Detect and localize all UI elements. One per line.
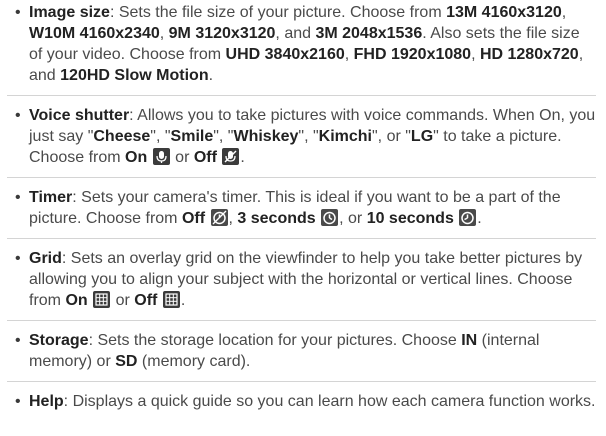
option-3-seconds: 3 seconds xyxy=(237,210,316,227)
voice-shutter-on-icon xyxy=(152,148,170,165)
text: (memory card). xyxy=(137,353,251,370)
option-10-seconds: 10 seconds xyxy=(366,210,454,227)
bullet: • xyxy=(15,107,21,124)
text: ", " xyxy=(213,128,234,145)
term-image-size: Image size xyxy=(29,4,110,21)
text xyxy=(157,292,161,309)
text xyxy=(454,210,458,227)
text: , xyxy=(159,25,169,42)
bullet: • xyxy=(15,4,21,21)
term-storage: Storage xyxy=(29,332,89,349)
text: : Displays a quick guide so you can lear… xyxy=(63,393,596,410)
text: , and xyxy=(275,25,316,42)
timer-10s-icon xyxy=(459,209,477,226)
term-help: Help xyxy=(29,393,64,410)
bullet: • xyxy=(15,189,21,206)
option-3m: 3M 2048x1536 xyxy=(315,25,423,42)
term-voice-shutter: Voice shutter xyxy=(29,107,130,124)
option-on: On xyxy=(65,292,88,309)
option-sd: SD xyxy=(115,353,138,370)
option-on: On xyxy=(125,149,148,166)
option-9m: 9M 3120x3120 xyxy=(168,25,276,42)
option-hd: HD 1280x720 xyxy=(479,46,579,63)
bullet: • xyxy=(15,332,21,349)
option-120hd: 120HD Slow Motion xyxy=(60,67,209,84)
text xyxy=(205,210,209,227)
bullet: • xyxy=(15,393,21,410)
option-in: IN xyxy=(461,332,478,349)
text xyxy=(316,210,320,227)
text: : Sets the file size of your picture. Ch… xyxy=(109,4,447,21)
option-13m: 13M 4160x3120 xyxy=(446,4,562,21)
keyword-cheese: Cheese xyxy=(93,128,151,145)
keyword-whiskey: Whiskey xyxy=(233,128,299,145)
text: , xyxy=(471,46,480,63)
text: ", or " xyxy=(372,128,411,145)
text xyxy=(147,149,151,166)
option-w10m: W10M 4160x2340 xyxy=(29,25,160,42)
text: . xyxy=(477,210,482,227)
text: : Sets the storage location for your pic… xyxy=(88,332,462,349)
list-item-storage: • Storage: Sets the storage location for… xyxy=(7,330,596,382)
text: , xyxy=(344,46,354,63)
timer-3s-icon xyxy=(321,209,339,226)
text: . xyxy=(240,149,245,166)
grid-on-icon xyxy=(93,291,111,308)
text: , or xyxy=(339,210,367,227)
option-off: Off xyxy=(193,149,217,166)
text: . xyxy=(208,67,214,84)
keyword-smile: Smile xyxy=(170,128,214,145)
camera-settings-list: • Image size: Sets the file size of your… xyxy=(0,0,606,436)
term-grid: Grid xyxy=(29,250,62,267)
text: ", " xyxy=(298,128,319,145)
text: , xyxy=(561,4,567,21)
text: or xyxy=(170,149,194,166)
bullet: • xyxy=(15,250,21,267)
list-item-help: • Help: Displays a quick guide so you ca… xyxy=(7,391,596,412)
option-fhd: FHD 1920x1080 xyxy=(353,46,472,63)
text: ", " xyxy=(150,128,171,145)
grid-off-icon xyxy=(162,291,180,308)
timer-off-icon xyxy=(210,209,228,226)
text: or xyxy=(111,292,135,309)
list-item-image-size: • Image size: Sets the file size of your… xyxy=(7,2,596,96)
list-item-grid: • Grid: Sets an overlay grid on the view… xyxy=(7,248,596,321)
text xyxy=(217,149,221,166)
keyword-lg: LG xyxy=(410,128,434,145)
option-off: Off xyxy=(181,210,206,227)
option-off: Off xyxy=(134,292,158,309)
text xyxy=(88,292,92,309)
voice-shutter-off-icon xyxy=(222,148,240,165)
list-item-timer: • Timer: Sets your camera's timer. This … xyxy=(7,187,596,239)
option-uhd: UHD 3840x2160 xyxy=(225,46,345,63)
text: . xyxy=(180,292,186,309)
keyword-kimchi: Kimchi xyxy=(318,128,372,145)
list-item-voice-shutter: • Voice shutter: Allows you to take pict… xyxy=(7,105,596,178)
term-timer: Timer xyxy=(29,189,73,206)
